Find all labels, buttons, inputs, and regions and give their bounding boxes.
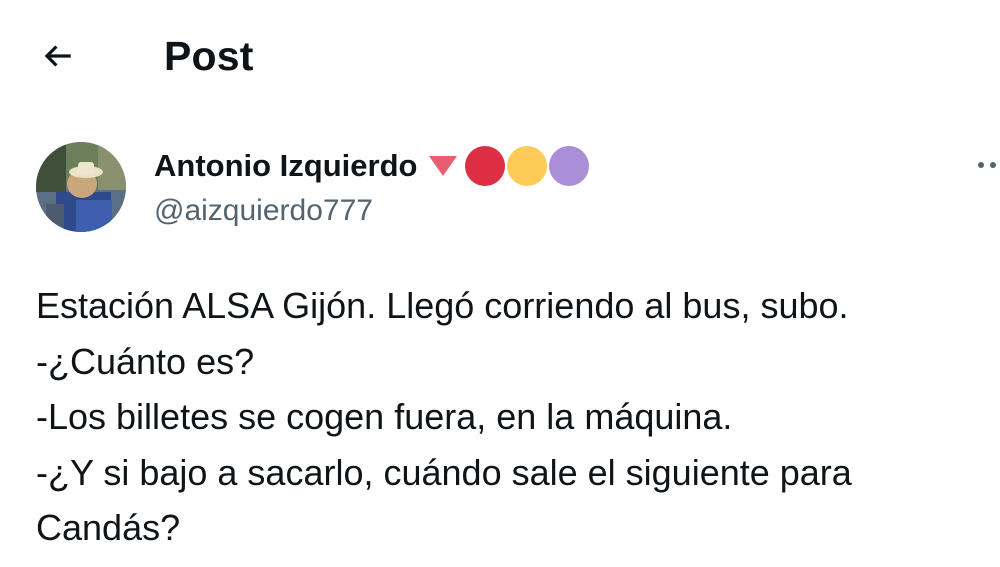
author-name[interactable]: Antonio Izquierdo (154, 143, 417, 189)
more-options-icon (978, 162, 984, 168)
red-triangle-down-icon (429, 156, 458, 176)
name-emojis (429, 146, 590, 186)
yellow-circle-icon (507, 146, 548, 186)
more-options-dot (990, 162, 996, 168)
post-line: -¿Y si bajo a sacarlo, cuándo sale el si… (36, 451, 852, 493)
red-circle-icon (465, 146, 506, 186)
post-line: Candás? (36, 507, 181, 548)
post-line: Estación ALSA Gijón. Llegó corriendo al … (36, 285, 849, 326)
author-name-row: Antonio Izquierdo (154, 143, 590, 189)
post-page: Post Antonio Izquierdo @aizquierdo777 Es… (0, 0, 1000, 567)
back-button[interactable] (32, 30, 84, 82)
post-line: -Los billetes se cogen fuera, en la máqu… (36, 396, 733, 437)
arrow-left-icon (44, 45, 71, 67)
avatar-photo (36, 142, 126, 232)
purple-circle-icon (549, 146, 590, 186)
avatar[interactable] (36, 142, 126, 232)
post-line: -¿Cuánto es? (36, 340, 255, 382)
more-options-button[interactable] (978, 150, 1000, 180)
post-text: Estación ALSA Gijón. Llegó corriendo al … (36, 278, 976, 556)
page-title: Post (164, 33, 254, 79)
author-handle[interactable]: @aizquierdo777 (154, 190, 373, 232)
